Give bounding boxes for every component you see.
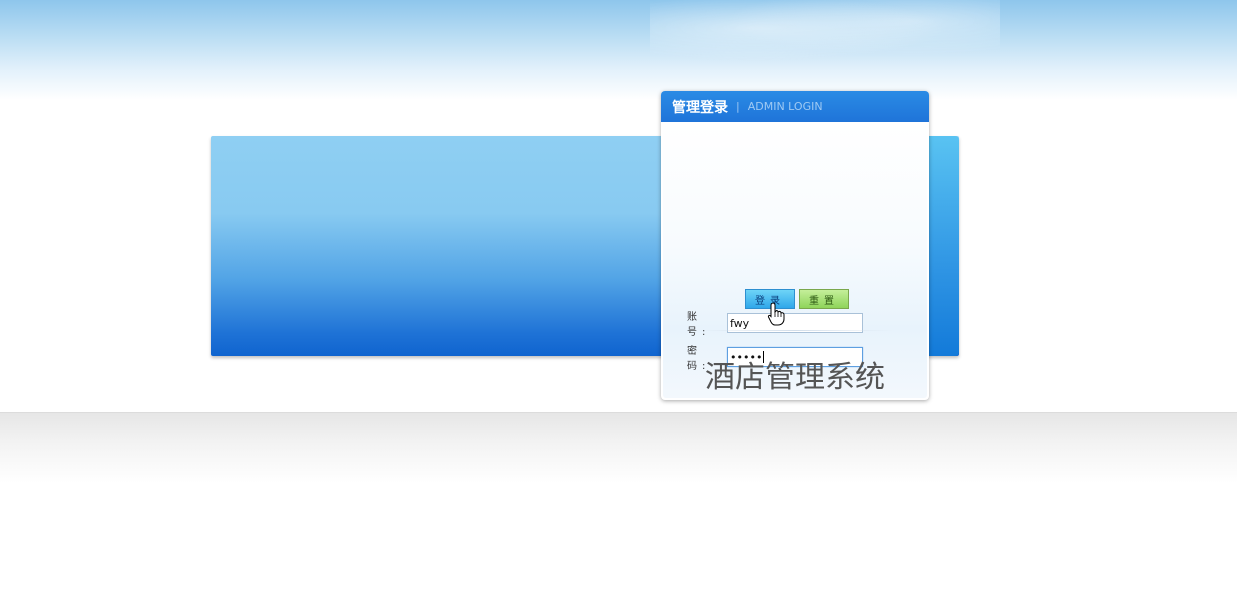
login-subtitle: ADMIN LOGIN xyxy=(747,100,823,113)
account-input-value: fwy xyxy=(730,316,750,330)
bottom-band xyxy=(0,412,1237,483)
world-map-decoration xyxy=(650,0,1000,70)
hand-pointer-icon xyxy=(767,302,785,326)
login-header: 管理登录 | ADMIN LOGIN xyxy=(661,91,929,122)
top-banner xyxy=(0,0,1237,100)
reset-button[interactable]: 重置 xyxy=(799,289,849,309)
system-title: 酒店管理系统 xyxy=(705,360,885,395)
account-label: 账 号: xyxy=(687,312,711,338)
panel-right-edge xyxy=(929,136,959,356)
login-title-separator: | xyxy=(736,100,740,113)
login-title: 管理登录 xyxy=(672,99,728,116)
divider xyxy=(695,330,895,331)
